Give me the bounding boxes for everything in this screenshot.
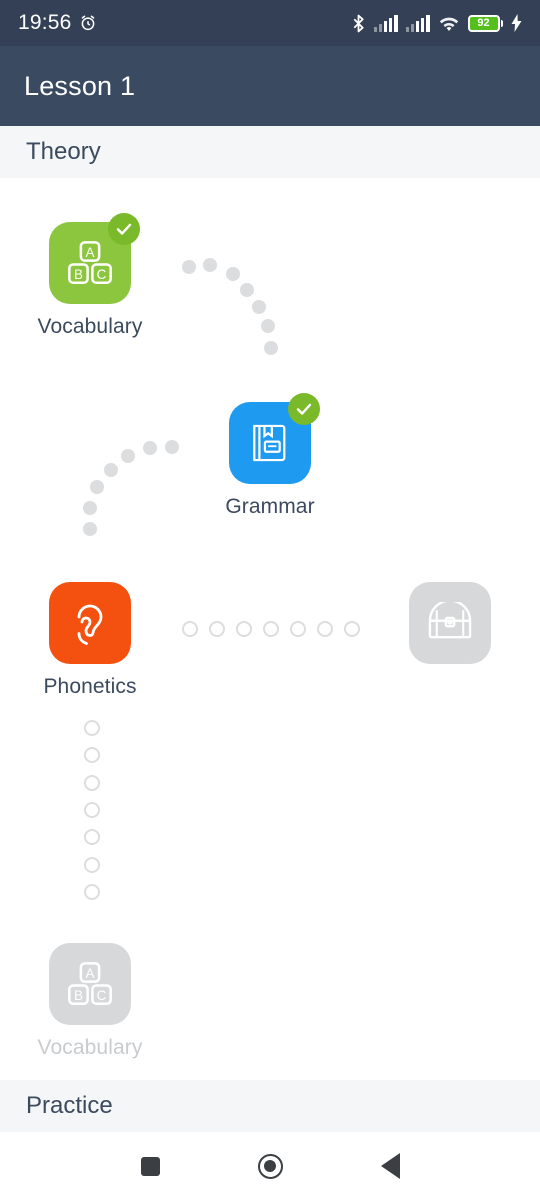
lesson-map: A B C Vocabulary Grammar Phonetics A B C… — [0, 178, 540, 1080]
back-triangle-icon — [380, 1153, 400, 1179]
check-badge-icon — [108, 213, 140, 245]
path-dot-locked — [344, 621, 360, 637]
lesson-node-vocabulary[interactable]: A B C Vocabulary — [20, 213, 160, 339]
nav-back-button[interactable] — [330, 1132, 450, 1200]
section-header-theory: Theory — [0, 126, 540, 178]
path-dot — [121, 449, 135, 463]
svg-text:B: B — [74, 267, 83, 282]
path-dot-locked — [84, 720, 100, 736]
path-dot-locked — [209, 621, 225, 637]
lesson-node-label: Vocabulary — [37, 315, 143, 338]
path-dot-locked — [182, 621, 198, 637]
path-dot-locked — [317, 621, 333, 637]
path-dot-locked — [84, 802, 100, 818]
recents-square-icon — [140, 1156, 160, 1176]
path-dot — [165, 440, 179, 454]
path-dot-locked — [290, 621, 306, 637]
lesson-node-vocabulary-locked[interactable]: A B C Vocabulary — [20, 943, 160, 1060]
path-dot-locked — [84, 775, 100, 791]
nav-home-button[interactable] — [210, 1132, 330, 1200]
page-title: Lesson 1 — [24, 70, 136, 101]
path-dot — [261, 319, 275, 333]
path-dot — [143, 441, 157, 455]
path-dot — [252, 300, 266, 314]
section-title-theory: Theory — [26, 138, 101, 165]
path-dot-locked — [84, 884, 100, 900]
ear-icon — [77, 604, 103, 645]
nav-recents-button[interactable] — [90, 1132, 210, 1200]
lesson-tile[interactable] — [49, 582, 131, 664]
cellular-signal-icon — [405, 14, 430, 32]
abc-blocks-icon: A B C — [68, 962, 112, 1005]
alarm-clock-icon — [79, 14, 97, 32]
path-dot — [83, 501, 97, 515]
path-dot — [83, 522, 97, 536]
svg-text:C: C — [97, 267, 107, 282]
path-dot — [104, 463, 118, 477]
lesson-node-treasure[interactable] — [380, 582, 520, 675]
phone-screen: 19:56 92 Lesson 1 Theory A B C Vocabular… — [0, 0, 540, 1200]
check-badge-icon — [288, 393, 320, 425]
path-dot — [240, 283, 254, 297]
path-dot — [182, 260, 196, 274]
abc-blocks-icon: A B C — [68, 241, 112, 284]
lesson-node-label: Phonetics — [43, 675, 137, 698]
lesson-node-phonetics[interactable]: Phonetics — [20, 582, 160, 699]
lesson-node-label: Grammar — [225, 495, 315, 518]
lesson-node-label: Vocabulary — [37, 1036, 143, 1059]
android-nav-bar — [0, 1132, 540, 1200]
lesson-tile[interactable] — [229, 393, 320, 484]
path-dot — [203, 258, 217, 272]
section-title-practice: Practice — [26, 1092, 113, 1119]
battery-indicator: 92 — [467, 14, 503, 32]
status-bar-right: 92 — [351, 14, 522, 33]
lesson-tile-locked[interactable]: A B C — [49, 943, 131, 1025]
app-bar: Lesson 1 — [0, 46, 540, 126]
lesson-tile-locked[interactable] — [409, 582, 491, 664]
path-dot — [226, 267, 240, 281]
charging-bolt-icon — [511, 14, 522, 32]
battery-cap — [500, 19, 503, 27]
path-dot-locked — [84, 857, 100, 873]
path-dot — [90, 480, 104, 494]
lesson-tile[interactable]: A B C — [49, 213, 140, 304]
book-icon — [253, 424, 286, 462]
status-clock: 19:56 — [18, 11, 72, 34]
cellular-signal-icon — [373, 14, 398, 32]
path-dot-locked — [236, 621, 252, 637]
battery-body: 92 — [467, 14, 500, 32]
lesson-node-grammar[interactable]: Grammar — [200, 393, 340, 519]
treasure-chest-icon — [428, 602, 472, 639]
section-header-practice: Practice — [0, 1080, 540, 1132]
path-dot-locked — [84, 747, 100, 763]
svg-text:B: B — [74, 988, 83, 1003]
battery-level-label: 92 — [477, 16, 490, 29]
status-bar-left: 19:56 — [18, 11, 97, 35]
wifi-icon — [438, 15, 460, 32]
svg-text:C: C — [97, 988, 107, 1003]
home-circle-icon — [257, 1153, 283, 1179]
path-dot-locked — [84, 829, 100, 845]
path-dot — [264, 341, 278, 355]
svg-text:A: A — [86, 245, 95, 260]
path-dot-locked — [263, 621, 279, 637]
svg-text:A: A — [86, 966, 95, 981]
bluetooth-icon — [351, 14, 366, 33]
status-bar: 19:56 92 — [0, 0, 540, 46]
